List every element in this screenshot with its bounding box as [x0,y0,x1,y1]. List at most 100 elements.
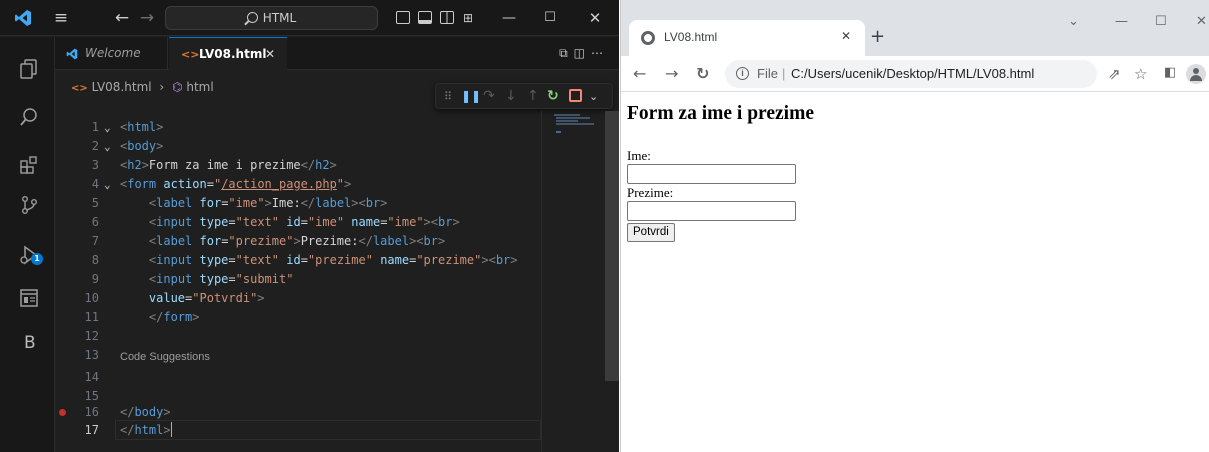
line-number: 6 [91,215,99,229]
forward-arrow-icon[interactable]: → [138,8,156,28]
search-view-icon[interactable] [19,106,39,128]
search-text: HTML [262,11,297,25]
code-editor[interactable]: 1 ⌄ <html> 2 ⌄ <body> 3 <h2>Form za ime i pre… [55,111,541,452]
drag-handle-icon[interactable]: ⠿ [444,88,452,105]
back-arrow-icon[interactable]: ← [113,8,131,28]
extension-b-icon[interactable]: B [24,333,36,353]
minimap[interactable] [541,111,605,452]
code-line: 6 <input type="text" id="ime" name="ime"… [55,213,541,232]
extensions-icon[interactable] [19,154,39,176]
submit-button[interactable]: Potvrdi [627,223,675,242]
code-line: 14 [55,368,541,387]
web-page-content: Form za ime i prezime Ime: Prezime: Potv… [621,92,1209,452]
code-line: 10 value="Potvrdi"> [55,289,541,308]
customize-layout-icon[interactable]: ⊞ [455,6,481,30]
prezime-label: Prezime: [627,185,674,200]
more-actions-icon[interactable]: ⋯ [591,46,609,60]
code-line: 9 <input type="submit" [55,270,541,289]
chevron-right-icon: › [159,80,165,94]
source-control-icon[interactable] [19,194,39,216]
close-window-button[interactable]: ✕ [1196,14,1207,29]
minimap-line [556,117,590,119]
minimap-line [554,114,580,116]
line-number: 2 [91,139,99,153]
editor-tab-bar: Welcome <> LV08.html ✕ ⧉◫⋯ [55,37,619,71]
breadcrumb-file[interactable]: LV08.html [92,80,152,94]
code-line: 3 <h2>Form za ime i prezime</h2> [55,156,541,175]
chevron-down-icon[interactable]: ⌄ [589,88,598,105]
title-bar: ≡ ← → HTML ⊞ — ☐ ✕ [0,0,619,36]
toggle-primary-sidebar-icon[interactable] [396,11,410,24]
tab-search-icon[interactable]: ⌄ [1068,14,1079,29]
vscode-window: ≡ ← → HTML ⊞ — ☐ ✕ 1 B Welcome <> LV08.h… [0,0,619,452]
minimize-button[interactable]: — [496,6,522,30]
breadcrumb-symbol[interactable]: html [186,80,213,94]
new-tab-icon[interactable]: + [870,26,885,47]
remote-explorer-icon[interactable] [19,287,39,309]
split-editor-icon[interactable]: ◫ [574,46,591,60]
breadcrumb: <> LV08.html › ⌬ html [71,80,214,94]
tab-welcome[interactable]: Welcome [55,37,168,70]
separator: | [782,66,786,81]
code-suggestions-label[interactable]: Code Suggestions [120,351,210,363]
line-number: 3 [91,158,99,172]
command-center-search[interactable]: HTML [165,6,378,30]
share-icon[interactable]: ⇗ [1108,65,1121,83]
browser-tab[interactable]: LV08.html ✕ [629,20,865,56]
step-into-icon[interactable]: ↓ [505,88,517,105]
maximize-button[interactable]: ☐ [537,6,563,30]
code-line: 4 ⌄ <form action="/action_page.php"> [55,175,541,194]
html-file-icon: <> [71,83,88,94]
line-number: 14 [84,370,99,384]
profile-avatar-icon[interactable] [1186,64,1206,84]
close-window-button[interactable]: ✕ [582,6,608,30]
reload-icon[interactable]: ↻ [696,64,709,83]
browser-window: LV08.html ✕ + ⌄ — ☐ ✕ ← → ↻ i File | C:/… [620,0,1209,452]
scrollbar-thumb[interactable] [605,111,619,381]
side-panel-icon[interactable]: ◧ [1164,65,1176,80]
address-bar[interactable]: i File | C:/Users/ucenik/Desktop/HTML/LV… [725,60,1097,88]
ime-label: Ime: [627,148,651,163]
restart-icon[interactable]: ↻ [547,88,559,105]
explorer-icon[interactable] [19,58,39,80]
minimap-line [556,123,594,125]
menu-icon[interactable]: ≡ [51,8,71,28]
toggle-secondary-sidebar-icon[interactable] [440,11,454,24]
bookmark-star-icon[interactable]: ☆ [1134,65,1147,83]
minimize-button[interactable]: — [1115,14,1128,29]
stop-icon[interactable] [569,89,582,102]
tab-lv08-html[interactable]: <> LV08.html ✕ [169,37,287,71]
back-arrow-icon[interactable]: ← [633,64,646,83]
activity-bar: 1 B [0,37,55,452]
line-number: 10 [84,291,99,305]
file-scheme-label: File [757,66,778,81]
code-line: 5 <label for="ime">Ime:</label><br> [55,194,541,213]
step-out-icon[interactable]: ↑ [527,88,539,105]
tab-label: LV08.html [199,47,267,61]
line-number: 8 [91,253,99,267]
info-icon[interactable]: i [736,67,749,80]
minimap-line [556,131,561,133]
maximize-button[interactable]: ☐ [1155,14,1167,29]
pause-icon[interactable]: ❚❚ [461,88,481,105]
code-line: 17 </html> [55,421,541,440]
forward-arrow-icon[interactable]: → [665,64,678,83]
ime-input[interactable] [627,164,796,184]
chevron-down-icon[interactable]: ⌄ [104,175,111,194]
chevron-down-icon[interactable]: ⌄ [104,118,111,137]
code-line: 7 <label for="prezime">Prezime:</label><… [55,232,541,251]
close-icon[interactable]: ✕ [265,38,275,71]
chevron-down-icon[interactable]: ⌄ [104,137,111,156]
line-number: 12 [84,329,99,343]
line-number: 1 [91,120,99,134]
url-text[interactable]: C:/Users/ucenik/Desktop/HTML/LV08.html [791,60,1034,88]
editor-scrollbar[interactable] [605,111,619,452]
open-preview-icon[interactable]: ⧉ [559,46,574,60]
prezime-input[interactable] [627,201,796,221]
close-icon[interactable]: ✕ [841,29,851,43]
symbol-icon: ⌬ [172,80,183,94]
vscode-tab-icon [66,48,78,60]
toggle-panel-icon[interactable] [418,11,432,24]
step-over-icon[interactable]: ↷ [483,88,495,105]
line-number: 17 [84,423,99,437]
